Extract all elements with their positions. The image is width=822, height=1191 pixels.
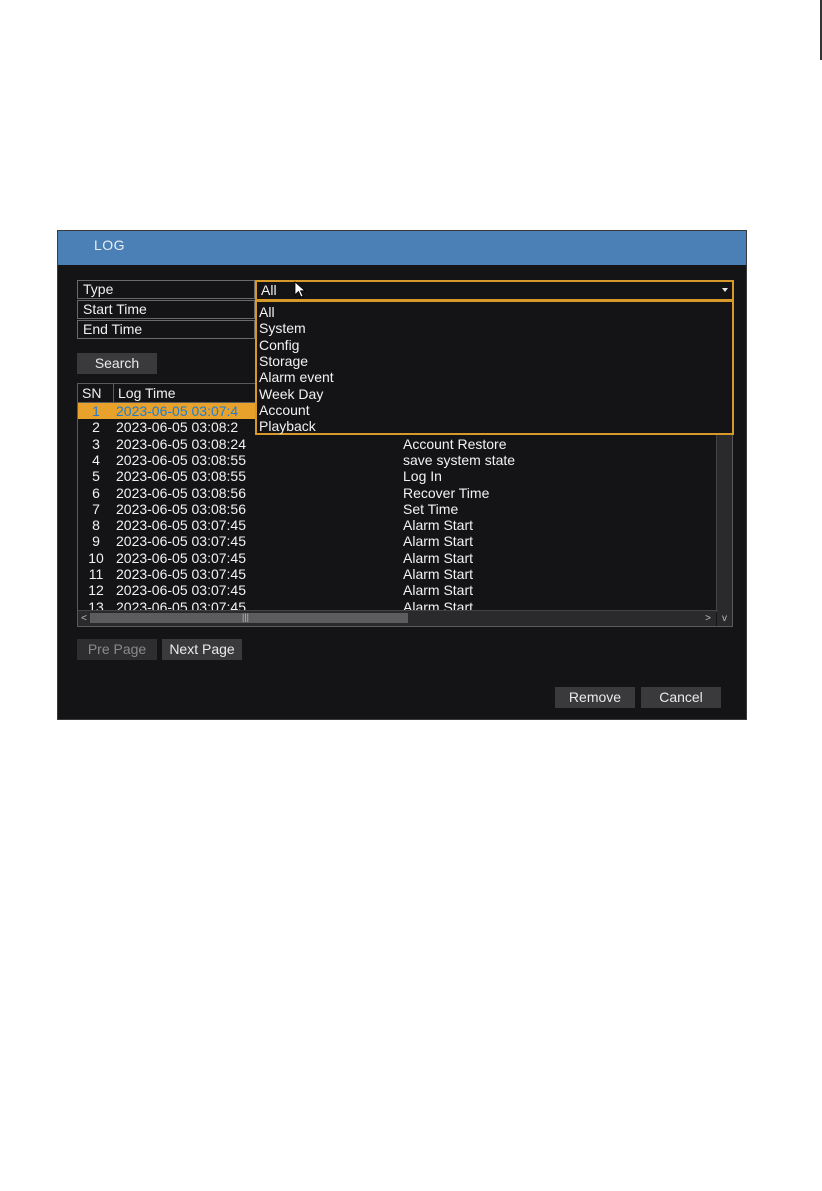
table-row[interactable]: 8 2023-06-05 03:07:45 Alarm Start [78, 517, 716, 533]
row-sn: 9 [92, 533, 100, 550]
dropdown-option-storage[interactable]: Storage [259, 353, 308, 369]
scroll-grip: ||| [242, 612, 250, 622]
row-log-time: 2023-06-05 03:08:55 [116, 451, 246, 468]
dialog-title: LOG [94, 237, 126, 253]
row-content: Recover Time [403, 484, 490, 501]
row-log-time: 2023-06-05 03:08:56 [116, 484, 246, 501]
row-log-time: 2023-06-05 03:07:4 [116, 403, 239, 419]
row-log-time: 2023-06-05 03:07:45 [116, 582, 246, 599]
row-log-time: 2023-06-05 03:07:45 [116, 533, 246, 550]
title-bar: LOG [58, 231, 746, 265]
column-header-sn[interactable]: SN [78, 384, 114, 402]
row-content: Alarm Start [403, 517, 474, 534]
row-content: save system state [403, 451, 516, 468]
row-log-time: 2023-06-05 03:08:24 [116, 435, 246, 452]
table-row[interactable]: 7 2023-06-05 03:08:56 Set Time [78, 501, 716, 517]
row-sn: 7 [92, 500, 100, 517]
table-row[interactable]: 1 2023-06-05 03:07:4 [78, 403, 258, 420]
row-log-time: 2023-06-05 03:07:45 [116, 566, 246, 582]
dropdown-option-alarm-event[interactable]: Alarm event [259, 369, 334, 385]
row-content: Account Restore [403, 435, 507, 452]
dropdown-option-week-day[interactable]: Week Day [259, 386, 323, 402]
row-content: Alarm Start [403, 533, 474, 550]
end-time-label: End Time [77, 320, 255, 339]
dropdown-option-system[interactable]: System [259, 320, 306, 336]
column-header-log-time[interactable]: Log Time [114, 384, 264, 402]
row-content: Alarm Start [403, 566, 474, 582]
scroll-right-arrow[interactable]: > [702, 612, 714, 625]
row-sn: 5 [92, 468, 100, 485]
table-row[interactable]: 9 2023-06-05 03:07:45 Alarm Start [78, 533, 716, 549]
horizontal-scrollbar[interactable]: < ||| > [78, 610, 716, 626]
type-select-value: All [261, 282, 277, 298]
type-dropdown-list: All System Config Storage Alarm event We… [255, 301, 734, 435]
table-row[interactable]: 11 2023-06-05 03:07:45 Alarm Start [78, 566, 716, 582]
row-sn: 2 [92, 419, 100, 436]
scroll-left-arrow[interactable]: < [78, 612, 90, 625]
dropdown-option-playback[interactable]: Playback [259, 418, 316, 434]
row-content: Set Time [403, 500, 459, 517]
table-row[interactable]: 10 2023-06-05 03:07:45 Alarm Start [78, 550, 716, 566]
table-row[interactable]: 3 2023-06-05 03:08:24 Account Restore [78, 436, 716, 452]
remove-button[interactable]: Remove [555, 687, 635, 708]
row-content: Alarm Start [403, 582, 474, 599]
row-log-time: 2023-06-05 03:07:45 [116, 549, 246, 566]
table-row[interactable]: 12 2023-06-05 03:07:45 Alarm Start [78, 582, 716, 598]
row-log-time: 2023-06-05 03:08:55 [116, 468, 246, 485]
search-button[interactable]: Search [77, 353, 157, 374]
type-label: Type [77, 280, 255, 299]
mouse-pointer-icon [294, 281, 307, 298]
cancel-button[interactable]: Cancel [641, 687, 721, 708]
row-log-time: 2023-06-05 03:08:56 [116, 500, 246, 517]
row-log-time: 2023-06-05 03:07:45 [116, 517, 246, 534]
row-content: Alarm Start [403, 549, 474, 566]
dropdown-option-account[interactable]: Account [259, 402, 310, 418]
row-content: Log In [403, 468, 442, 485]
scroll-down-arrow[interactable]: v [717, 611, 732, 626]
row-log-time: 2023-06-05 03:08:2 [116, 419, 239, 436]
chevron-down-icon[interactable] [722, 288, 728, 292]
log-dialog: LOG Type Start Time End Time All Search … [57, 230, 747, 720]
row-sn: 8 [92, 517, 100, 534]
row-sn: 3 [92, 435, 100, 452]
dropdown-option-all[interactable]: All [259, 304, 275, 320]
row-sn: 4 [92, 451, 100, 468]
next-page-button[interactable]: Next Page [162, 639, 242, 660]
start-time-label: Start Time [77, 300, 255, 319]
table-row[interactable]: 6 2023-06-05 03:08:56 Recover Time [78, 485, 716, 501]
type-select[interactable]: All [255, 280, 734, 301]
row-sn: 6 [92, 484, 100, 501]
row-sn: 10 [88, 549, 104, 566]
row-sn: 11 [88, 566, 104, 582]
table-row[interactable]: 4 2023-06-05 03:08:55 save system state [78, 452, 716, 468]
dropdown-option-config[interactable]: Config [259, 337, 299, 353]
row-sn: 12 [88, 582, 104, 599]
row-sn: 1 [92, 403, 100, 419]
pre-page-button[interactable]: Pre Page [77, 639, 157, 660]
table-row[interactable]: 5 2023-06-05 03:08:55 Log In [78, 468, 716, 484]
horizontal-scroll-thumb[interactable]: ||| [90, 612, 408, 623]
